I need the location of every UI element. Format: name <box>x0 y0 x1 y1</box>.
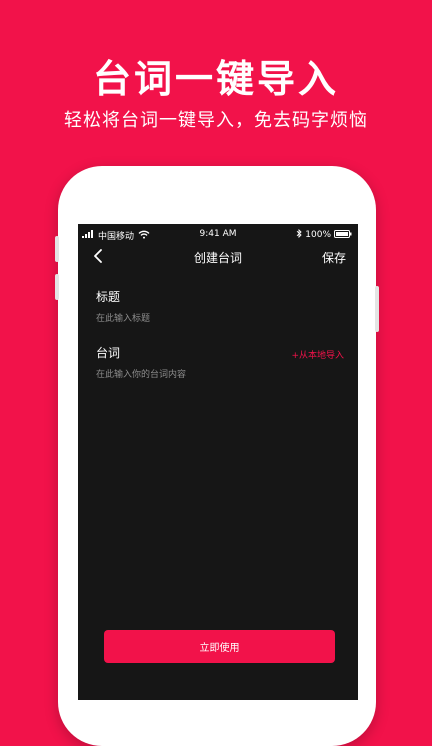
banner-headline: 台词一键导入 <box>92 57 339 101</box>
phone-volume-button <box>55 274 59 300</box>
phone-volume-button <box>55 236 59 262</box>
battery-icon <box>334 229 352 241</box>
page-title: 创建台词 <box>193 251 242 265</box>
script-content-input[interactable]: 在此输入你的台词内容 <box>96 367 186 380</box>
phone-power-button <box>375 286 379 332</box>
title-input[interactable]: 在此输入标题 <box>96 311 150 324</box>
app-screen: 中国移动 9:41 AM 100% 创建台词 保存 标题 在此输入标题 台词 +… <box>78 224 358 700</box>
title-field-label: 标题 <box>96 290 121 304</box>
save-button[interactable]: 保存 <box>322 249 346 266</box>
bluetooth-icon <box>296 228 302 241</box>
navigation-bar: 创建台词 保存 <box>78 244 358 270</box>
script-field-label: 台词 <box>96 346 121 360</box>
battery-percentage: 100% <box>305 230 331 240</box>
status-bar: 中国移动 9:41 AM 100% <box>78 224 358 244</box>
import-from-local-link[interactable]: +从本地导入 <box>291 348 344 361</box>
banner-subline: 轻松将台词一键导入，免去码字烦恼 <box>64 110 368 131</box>
use-now-button[interactable]: 立即使用 <box>104 630 335 663</box>
